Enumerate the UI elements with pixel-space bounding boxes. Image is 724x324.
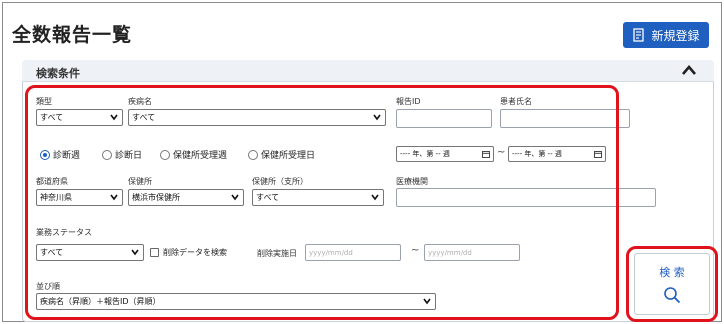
disease-label: 疾病名 <box>128 97 152 106</box>
week-range-separator: ~ <box>497 147 506 158</box>
chevron-down-icon <box>131 249 139 256</box>
chevron-down-icon <box>110 194 118 201</box>
business-status-select[interactable]: すべて <box>36 244 144 261</box>
business-status-label: 業務ステータス <box>36 228 92 237</box>
search-button-label: 検 索 <box>659 266 685 279</box>
disease-value: すべて <box>132 113 156 122</box>
branch-value: すべて <box>256 193 280 202</box>
sort-value: 疾病名（昇順）＋報告ID（昇順） <box>40 297 161 306</box>
week-to-value: ---- 年、第 -- 週 <box>512 150 562 158</box>
radio-label: 診断週 <box>53 151 81 161</box>
health-center-value: 横浜市保健所 <box>132 193 180 202</box>
radio-label: 保健所受理日 <box>261 151 316 161</box>
week-from-value: ---- 年、第 -- 週 <box>400 150 450 158</box>
include-deleted-label: 削除データを検索 <box>163 248 227 257</box>
branch-select[interactable]: すべて <box>252 189 384 206</box>
chevron-up-icon[interactable] <box>681 64 697 76</box>
page-title: 全数報告一覧 <box>12 24 133 46</box>
sort-select[interactable]: 疾病名（昇順）＋報告ID（昇順） <box>36 293 436 310</box>
radio-diagnosis-date[interactable]: 診断日 <box>102 148 142 161</box>
sort-label: 並び順 <box>36 282 60 291</box>
branch-label: 保健所（支所） <box>252 177 308 186</box>
delete-date-from-input[interactable]: yyyy/mm/dd <box>305 244 401 261</box>
radio-dot <box>248 149 258 160</box>
delete-date-separator: ~ <box>411 245 420 256</box>
include-deleted-checkbox[interactable]: 削除データを検索 <box>150 247 227 258</box>
checkbox-box <box>150 248 159 257</box>
prefecture-value: 神奈川県 <box>40 193 72 202</box>
chevron-down-icon <box>423 298 431 305</box>
chevron-down-icon <box>231 194 239 201</box>
type-select[interactable]: すべて <box>36 109 123 126</box>
new-registration-button[interactable]: 新規登録 <box>623 22 709 48</box>
radio-diagnosis-week[interactable]: 診断週 <box>40 148 80 161</box>
report-id-input[interactable] <box>396 109 492 128</box>
delete-date-to-input[interactable]: yyyy/mm/dd <box>424 244 520 261</box>
radio-reception-week[interactable]: 保健所受理週 <box>160 148 227 161</box>
medical-institution-input[interactable] <box>396 188 656 207</box>
calendar-icon[interactable] <box>482 150 490 158</box>
new-document-icon <box>633 28 645 42</box>
patient-name-label: 患者氏名 <box>500 97 532 106</box>
search-icon <box>664 287 681 304</box>
radio-dot <box>40 149 50 160</box>
prefecture-label: 都道府県 <box>36 177 68 186</box>
chevron-down-icon <box>371 194 379 201</box>
chevron-down-icon <box>373 114 381 121</box>
radio-label: 診断日 <box>115 151 143 161</box>
patient-name-input[interactable] <box>500 109 630 128</box>
type-value: すべて <box>40 113 64 122</box>
search-panel-title: 検索条件 <box>36 67 80 80</box>
delete-date-label: 削除実施日 <box>257 249 297 258</box>
radio-reception-date[interactable]: 保健所受理日 <box>248 148 315 161</box>
week-from-input[interactable]: ---- 年、第 -- 週 <box>396 146 494 162</box>
medical-institution-label: 医療機関 <box>396 177 428 186</box>
radio-dot <box>102 149 112 160</box>
chevron-down-icon <box>110 114 118 121</box>
prefecture-select[interactable]: 神奈川県 <box>36 189 123 206</box>
type-label: 類型 <box>36 97 52 106</box>
business-status-value: すべて <box>40 248 64 257</box>
week-to-input[interactable]: ---- 年、第 -- 週 <box>508 146 606 162</box>
health-center-label: 保健所 <box>128 177 152 186</box>
calendar-icon[interactable] <box>594 150 602 158</box>
health-center-select[interactable]: 横浜市保健所 <box>128 189 244 206</box>
radio-label: 保健所受理週 <box>173 151 228 161</box>
search-button[interactable]: 検 索 <box>634 253 710 315</box>
disease-select[interactable]: すべて <box>128 109 386 126</box>
search-panel-header[interactable] <box>22 60 714 82</box>
radio-dot <box>160 149 170 160</box>
report-id-label: 報告ID <box>396 97 421 106</box>
new-registration-label: 新規登録 <box>651 28 700 43</box>
